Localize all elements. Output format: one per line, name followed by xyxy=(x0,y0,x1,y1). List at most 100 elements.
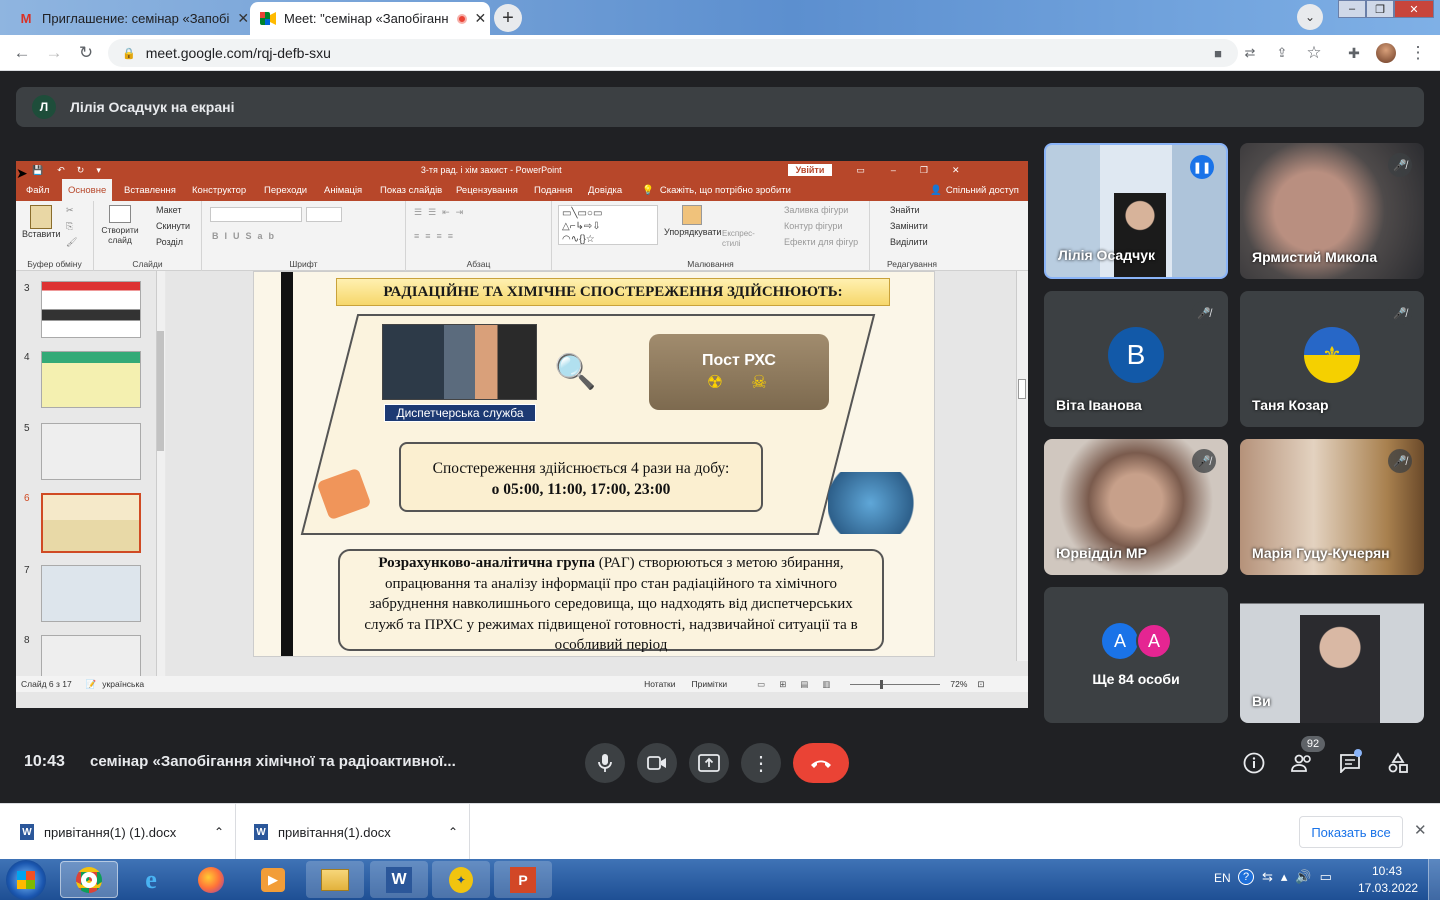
replace-button[interactable]: Замінити xyxy=(890,221,928,231)
comments-button[interactable]: Примітки xyxy=(691,679,727,689)
tray-date[interactable]: 17.03.2022 xyxy=(1358,881,1418,895)
customize-icon[interactable]: ▾ xyxy=(96,165,101,176)
info-button[interactable] xyxy=(1240,749,1268,777)
taskbar-firefox[interactable] xyxy=(182,861,240,898)
tile-participant[interactable]: 🎤̸ Юрвідділ МР xyxy=(1044,439,1228,575)
ppt-tab-insert[interactable]: Вставлення xyxy=(118,179,182,201)
tab-search-button[interactable]: ⌄ xyxy=(1297,4,1323,30)
new-slide-button[interactable]: Створити слайд xyxy=(98,205,142,245)
quick-styles-button[interactable]: Експрес-стилі xyxy=(722,229,762,249)
tray-icons[interactable]: ⇆▴🔊▭ xyxy=(1262,869,1340,885)
taskbar-word[interactable]: W xyxy=(370,861,428,898)
tile-participant[interactable]: В 🎤̸ Віта Іванова xyxy=(1044,291,1228,427)
tile-participant[interactable]: 🎤̸ Ярмистий Микола xyxy=(1240,143,1424,279)
select-button[interactable]: Виділити xyxy=(890,237,928,247)
minimize-button[interactable]: – xyxy=(1338,0,1366,18)
help-icon[interactable]: ? xyxy=(1238,869,1254,885)
ppt-tab-review[interactable]: Рецензування xyxy=(450,179,524,201)
reload-icon[interactable]: ↻ xyxy=(76,43,96,63)
cut-icon[interactable]: ✂ xyxy=(66,205,74,216)
tile-participant[interactable]: 🎤̸ Марія Гуцу-Кучерян xyxy=(1240,439,1424,575)
ppt-tab-animations[interactable]: Анімація xyxy=(318,179,368,201)
ppt-close-icon[interactable]: ✕ xyxy=(952,165,960,176)
mic-button[interactable] xyxy=(585,743,625,783)
translate-icon[interactable]: ⇄ xyxy=(1240,43,1260,63)
tray-time[interactable]: 10:43 xyxy=(1372,864,1402,878)
slide-scrollbar[interactable] xyxy=(1016,271,1028,661)
menu-icon[interactable]: ⋮ xyxy=(1408,43,1428,63)
profile-avatar[interactable] xyxy=(1376,43,1396,63)
shape-effects-button[interactable]: Ефекти для фігур xyxy=(784,237,858,247)
ppt-tab-transitions[interactable]: Переходи xyxy=(258,179,313,201)
taskbar-explorer[interactable] xyxy=(306,861,364,898)
share-button[interactable]: 👤 Спільний доступ xyxy=(924,179,1025,201)
font-size-select[interactable] xyxy=(306,207,342,222)
align-buttons[interactable]: ≡≡≡≡ xyxy=(414,231,459,241)
shape-fill-button[interactable]: Заливка фігури xyxy=(784,205,848,215)
redo-icon[interactable]: ↻ xyxy=(77,165,85,176)
taskbar-chrome[interactable] xyxy=(60,861,118,898)
chevron-up-icon[interactable]: ⌃ xyxy=(214,825,224,839)
download-item[interactable]: W привітання(1).docx ⌃ xyxy=(236,804,470,860)
people-button[interactable] xyxy=(1288,749,1316,777)
share-icon[interactable]: ⇪ xyxy=(1272,43,1292,63)
taskbar-powerpoint[interactable]: P xyxy=(494,861,552,898)
forward-icon[interactable]: → xyxy=(44,43,64,63)
zoom-level[interactable]: 72% xyxy=(950,679,967,689)
ribbon-display-icon[interactable]: ▭ xyxy=(856,165,865,176)
close-download-bar-icon[interactable]: ✕ xyxy=(1414,821,1427,839)
slide-thumbnail-selected[interactable] xyxy=(41,493,141,553)
slide-scroll-thumb[interactable] xyxy=(1018,379,1026,399)
close-window-button[interactable]: ✕ xyxy=(1394,0,1434,18)
ppt-tab-slideshow[interactable]: Показ слайдів xyxy=(374,179,448,201)
zoom-thumb[interactable] xyxy=(880,679,884,689)
notes-button[interactable]: Нотатки xyxy=(644,679,675,689)
leave-call-button[interactable] xyxy=(793,743,849,783)
slide-thumbnail[interactable] xyxy=(41,423,141,480)
zoom-slider[interactable] xyxy=(850,679,941,689)
format-painter-icon[interactable]: 🖌 xyxy=(66,237,77,248)
view-buttons[interactable]: ▭⊞▤▥ xyxy=(757,679,844,690)
ppt-minimize-icon[interactable]: – xyxy=(891,165,896,175)
spellcheck-icon[interactable]: 📝 xyxy=(86,679,97,690)
present-button[interactable] xyxy=(689,743,729,783)
font-format-buttons[interactable]: BIUSab xyxy=(212,231,280,241)
start-button[interactable] xyxy=(6,860,46,900)
show-desktop-button[interactable] xyxy=(1428,859,1440,900)
new-tab-button[interactable]: + xyxy=(494,4,522,32)
tile-participant[interactable]: ⚜ 🎤̸ Таня Козар xyxy=(1240,291,1424,427)
save-icon[interactable]: 💾 xyxy=(32,165,43,176)
taskbar-media-player[interactable]: ▶ xyxy=(244,861,302,898)
tile-speaker[interactable]: ❚❚ Лілія Осадчук xyxy=(1044,143,1228,279)
shapes-gallery[interactable]: ▭╲▭○▭ △⌐↳⇨⇩ ◠∿{}☆ xyxy=(558,205,658,245)
bookmark-star-icon[interactable]: ☆ xyxy=(1304,43,1324,63)
arrange-button[interactable]: Упорядкувати xyxy=(664,205,721,237)
back-icon[interactable]: ← xyxy=(12,43,32,63)
extensions-icon[interactable]: ✚ xyxy=(1344,43,1364,63)
signin-button[interactable]: Увійти xyxy=(787,164,833,176)
tile-more-participants[interactable]: А А Ще 84 особи xyxy=(1044,587,1228,723)
ppt-tab-view[interactable]: Подання xyxy=(528,179,578,201)
taskbar-app-yellow[interactable]: ✦ xyxy=(432,861,490,898)
ppt-tab-home[interactable]: Основне xyxy=(62,179,113,201)
thumbnail-scroll-thumb[interactable] xyxy=(157,331,164,451)
tell-me-box[interactable]: 💡 Скажіть, що потрібно зробити xyxy=(636,179,797,201)
find-button[interactable]: Знайти xyxy=(890,205,920,215)
taskbar-ie[interactable]: e xyxy=(122,861,180,898)
font-name-select[interactable] xyxy=(210,207,302,222)
slide-thumbnail[interactable] xyxy=(41,281,141,338)
download-item[interactable]: W привітання(1) (1).docx ⌃ xyxy=(0,804,236,860)
ppt-tab-help[interactable]: Довідка xyxy=(582,179,628,201)
tile-self[interactable]: Ви xyxy=(1240,587,1424,723)
camera-button[interactable] xyxy=(637,743,677,783)
list-buttons[interactable]: ☰☰⇤⇥ xyxy=(414,207,469,218)
ppt-tab-design[interactable]: Конструктор xyxy=(186,179,252,201)
ppt-restore-icon[interactable]: ❐ xyxy=(920,165,928,176)
language-label[interactable]: українська xyxy=(102,679,144,689)
section-button[interactable]: Розділ xyxy=(156,237,183,247)
activities-button[interactable] xyxy=(1384,749,1412,777)
address-bar[interactable]: 🔒 meet.google.com/rqj-defb-sxu xyxy=(108,39,1238,67)
more-options-button[interactable]: ⋮ xyxy=(741,743,781,783)
tab-invitation[interactable]: M Приглашение: семінар «Запобі ✕ xyxy=(8,2,248,35)
undo-icon[interactable]: ↶ xyxy=(57,165,65,176)
